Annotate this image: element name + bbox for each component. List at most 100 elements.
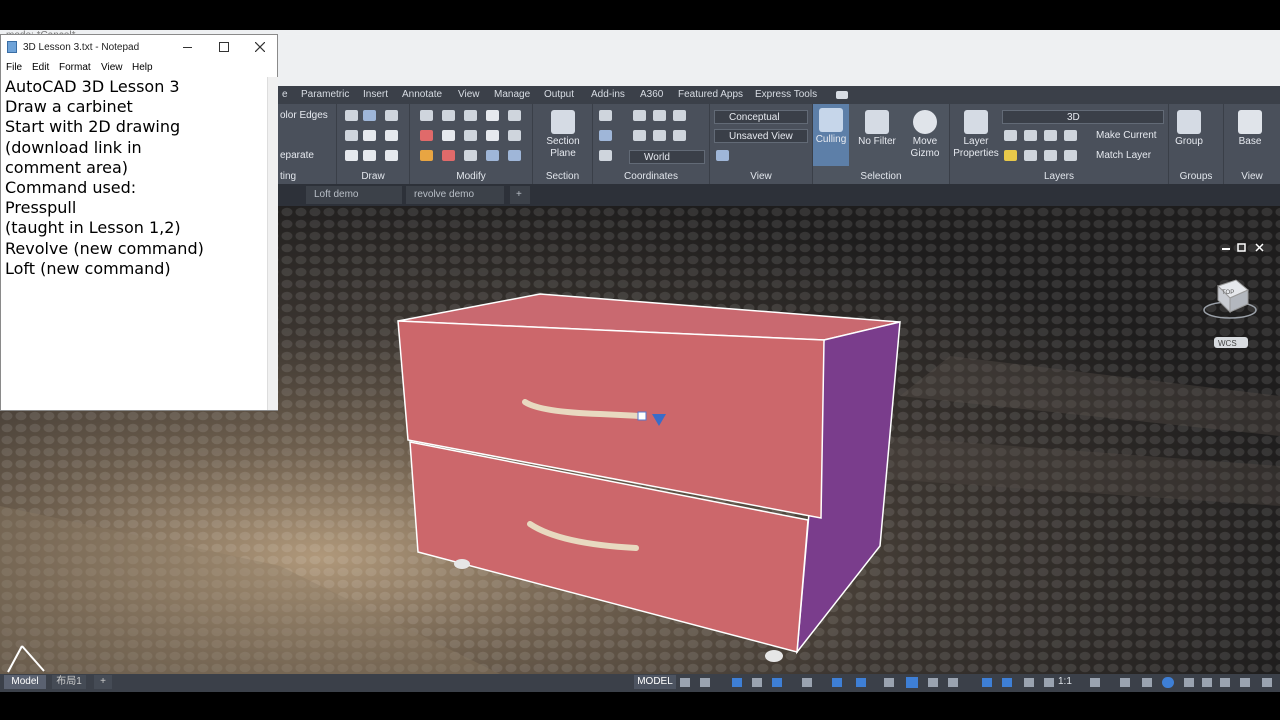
make-current-button[interactable]: Make Current [1096, 130, 1157, 141]
notepad-scrollbar[interactable] [267, 77, 278, 410]
trim-icon[interactable] [464, 110, 477, 121]
join-icon[interactable] [464, 150, 477, 161]
ribbon-toggle-icon[interactable] [836, 91, 848, 99]
layer-thaw-icon[interactable] [1044, 150, 1057, 161]
tab-view[interactable]: View [458, 89, 480, 100]
model-space-button[interactable]: MODEL [634, 675, 676, 689]
doc-tab-loft-demo[interactable]: Loft demo [306, 186, 402, 204]
gizmo-status-icon[interactable] [1024, 678, 1034, 687]
grid-icon[interactable] [680, 678, 690, 687]
new-tab-button[interactable]: + [510, 186, 530, 204]
erase-icon[interactable] [420, 130, 433, 141]
osnap-tracking-icon[interactable] [832, 678, 842, 687]
ucs-y-icon[interactable] [653, 110, 666, 121]
selection-filter-icon[interactable] [1002, 678, 1012, 687]
snap-icon[interactable] [700, 678, 710, 687]
scale-icon[interactable] [508, 130, 521, 141]
stretch-icon[interactable] [486, 130, 499, 141]
layer-freeze-icon[interactable] [1044, 130, 1057, 141]
explode-icon[interactable] [464, 130, 477, 141]
clean-screen-icon[interactable] [1240, 678, 1250, 687]
ucs-x-icon[interactable] [633, 110, 646, 121]
units-icon[interactable] [1142, 678, 1152, 687]
notepad-title-bar[interactable]: 3D Lesson 3.txt - Notepad [1, 35, 277, 59]
layer-unisolate-icon[interactable] [1024, 150, 1037, 161]
viewport-config-icon[interactable] [716, 150, 729, 161]
ucs-icon[interactable] [599, 110, 612, 121]
layer-unlock-icon[interactable] [1064, 150, 1077, 161]
fillet-icon[interactable] [508, 110, 521, 121]
rotate-icon[interactable] [442, 110, 455, 121]
spline-icon[interactable] [363, 110, 376, 121]
layer-dropdown[interactable]: 3D [1002, 110, 1164, 124]
viewport-minimize-icon[interactable] [1222, 248, 1230, 250]
tab-output[interactable]: Output [544, 89, 574, 100]
menu-file[interactable]: File [6, 62, 22, 73]
visual-style-dropdown[interactable]: Conceptual [714, 110, 808, 124]
group-button[interactable]: Group [1169, 106, 1209, 168]
lineweight-icon[interactable] [884, 678, 894, 687]
culling-button[interactable]: Culling [813, 104, 849, 166]
annotation-monitor-icon[interactable] [1120, 678, 1130, 687]
add-layout-button[interactable]: + [94, 675, 112, 689]
quick-properties-icon[interactable] [1162, 677, 1174, 688]
base-button[interactable]: Base [1230, 106, 1270, 168]
minimize-icon[interactable] [183, 47, 192, 48]
separate-label[interactable]: eparate [280, 150, 314, 161]
osnap-icon[interactable] [856, 678, 866, 687]
layout-tab[interactable]: 布局1 [52, 675, 86, 689]
no-filter-button[interactable]: No Filter [857, 106, 897, 168]
annotation-visibility-icon[interactable] [1044, 678, 1054, 687]
ortho-icon[interactable] [752, 678, 762, 687]
tab-a360[interactable]: A360 [640, 89, 663, 100]
align-icon[interactable] [508, 150, 521, 161]
3d-osnap-icon[interactable] [948, 678, 958, 687]
tab-annotate[interactable]: Annotate [402, 89, 442, 100]
layer-off-icon[interactable] [1004, 130, 1017, 141]
annotation-scale[interactable]: 1:1 [1058, 676, 1072, 687]
menu-view[interactable]: View [101, 62, 123, 73]
arc-icon[interactable] [385, 110, 398, 121]
dynamic-ucs-icon[interactable] [982, 678, 992, 687]
hardware-acceleration-icon[interactable] [1220, 678, 1230, 687]
isodraft-icon[interactable] [802, 678, 812, 687]
rectangle-icon[interactable] [363, 150, 376, 161]
model-tab[interactable]: Model [4, 675, 46, 689]
ellipse-icon[interactable] [385, 130, 398, 141]
circle-icon[interactable] [363, 130, 376, 141]
move-gizmo-button[interactable]: Move Gizmo [905, 106, 945, 168]
array-icon[interactable] [486, 150, 499, 161]
polyline-icon[interactable] [345, 110, 358, 121]
tab-parametric[interactable]: Parametric [301, 89, 349, 100]
break-icon[interactable] [442, 150, 455, 161]
offset-icon[interactable] [420, 150, 433, 161]
ucs-named-icon[interactable] [599, 150, 612, 161]
color-edges-label[interactable]: olor Edges [280, 110, 328, 121]
selection-cycling-icon[interactable] [928, 678, 938, 687]
ucs-z-icon[interactable] [673, 110, 686, 121]
tab-insert[interactable]: Insert [363, 89, 388, 100]
ucs-view-icon[interactable] [673, 130, 686, 141]
infer-icon[interactable] [732, 678, 742, 687]
mirror-icon[interactable] [442, 130, 455, 141]
ucs-world-icon[interactable] [599, 130, 612, 141]
layer-on-icon[interactable] [1004, 150, 1017, 161]
doc-tab-revolve-demo[interactable]: revolve demo [406, 186, 504, 204]
menu-format[interactable]: Format [59, 62, 91, 73]
isolate-objects-icon[interactable] [1202, 678, 1212, 687]
customization-menu-icon[interactable] [1262, 678, 1272, 687]
tab-featured-apps[interactable]: Featured Apps [678, 89, 743, 100]
tab-add-ins[interactable]: Add-ins [591, 89, 625, 100]
close-icon[interactable] [255, 42, 265, 52]
copy-icon[interactable] [486, 110, 499, 121]
tab-express-tools[interactable]: Express Tools [755, 89, 817, 100]
ucs-origin-icon[interactable] [633, 130, 646, 141]
layer-properties-button[interactable]: Layer Properties [953, 106, 999, 168]
tab-partial[interactable]: e [282, 89, 288, 100]
menu-help[interactable]: Help [132, 62, 153, 73]
grip-square-icon[interactable] [637, 411, 647, 421]
polar-icon[interactable] [772, 678, 782, 687]
hatch-icon[interactable] [385, 150, 398, 161]
maximize-icon[interactable] [219, 42, 229, 52]
ucs-3point-icon[interactable] [653, 130, 666, 141]
